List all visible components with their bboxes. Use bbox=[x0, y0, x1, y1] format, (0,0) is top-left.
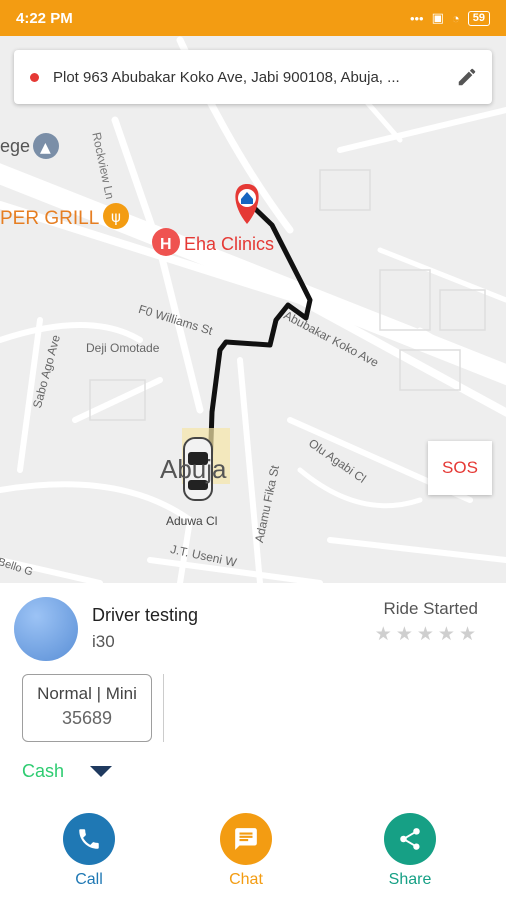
more-dots-icon: ••• bbox=[409, 10, 424, 26]
svg-text:▲: ▲ bbox=[40, 140, 51, 156]
map-view[interactable]: ▲ ψ H ege PER GRILL Eha Clinics Abuja Ro… bbox=[0, 36, 506, 583]
payment-method: Cash bbox=[22, 761, 65, 781]
payment-selector[interactable]: Cash bbox=[22, 761, 113, 782]
svg-text:H: H bbox=[160, 236, 172, 253]
share-label: Share bbox=[388, 871, 432, 888]
battery-icon: 59 bbox=[467, 10, 490, 26]
street-label-aduwa: Aduwa Cl bbox=[166, 514, 218, 528]
map-canvas: ▲ ψ H bbox=[0, 36, 506, 583]
call-label: Call bbox=[75, 871, 103, 888]
status-time: 4:22 PM bbox=[16, 9, 73, 27]
place-label-city: Abuja bbox=[160, 454, 227, 484]
location-dot-icon bbox=[30, 72, 39, 82]
trip-panel: Driver testing i30 Ride Started ★ ★ ★ ★ … bbox=[0, 583, 506, 900]
status-icons: ••• ▣ ◔ 59 bbox=[410, 10, 490, 26]
wifi-icon: ◔ bbox=[451, 10, 460, 26]
sos-button[interactable]: SOS bbox=[428, 441, 492, 495]
call-button[interactable]: Call bbox=[49, 813, 129, 889]
fare-card: Normal | Mini 35689 bbox=[22, 674, 152, 742]
chat-icon[interactable] bbox=[220, 813, 272, 865]
status-bar: 4:22 PM ••• ▣ ◔ 59 bbox=[0, 0, 506, 36]
share-icon[interactable] bbox=[384, 813, 436, 865]
star-icon: ★ bbox=[374, 624, 392, 645]
pickup-address-text: Plot 963 Abubakar Koko Ave, Jabi 900108,… bbox=[53, 68, 400, 86]
driver-name: Driver testing bbox=[92, 605, 199, 625]
edit-pencil-icon[interactable] bbox=[456, 66, 478, 88]
sim-icon: ▣ bbox=[431, 10, 444, 25]
svg-text:ψ: ψ bbox=[111, 208, 121, 226]
divider bbox=[163, 674, 164, 742]
star-icon: ★ bbox=[437, 624, 455, 645]
star-icon: ★ bbox=[416, 624, 434, 645]
star-icon: ★ bbox=[458, 624, 476, 645]
share-button[interactable]: Share bbox=[370, 813, 450, 889]
place-label-college: ege bbox=[0, 136, 31, 156]
fare-type: Normal | Mini bbox=[37, 684, 137, 703]
driver-avatar bbox=[14, 597, 78, 661]
street-label-omotade: Deji Omotade bbox=[86, 341, 160, 355]
ride-status: Ride Started bbox=[383, 599, 479, 618]
phone-icon[interactable] bbox=[63, 813, 115, 865]
star-icon: ★ bbox=[395, 624, 413, 645]
place-label-grill: PER GRILL bbox=[0, 208, 100, 229]
pickup-address-bar[interactable]: Plot 963 Abubakar Koko Ave, Jabi 900108,… bbox=[14, 50, 492, 104]
fare-amount: 35689 bbox=[61, 708, 113, 728]
chat-button[interactable]: Chat bbox=[206, 813, 286, 889]
rating-stars: ★ ★ ★ ★ ★ bbox=[375, 623, 476, 646]
dropdown-caret-icon[interactable] bbox=[90, 766, 113, 777]
place-label-clinic: Eha Clinics bbox=[184, 234, 275, 254]
chat-label: Chat bbox=[229, 871, 263, 888]
car-model: i30 bbox=[92, 632, 115, 651]
